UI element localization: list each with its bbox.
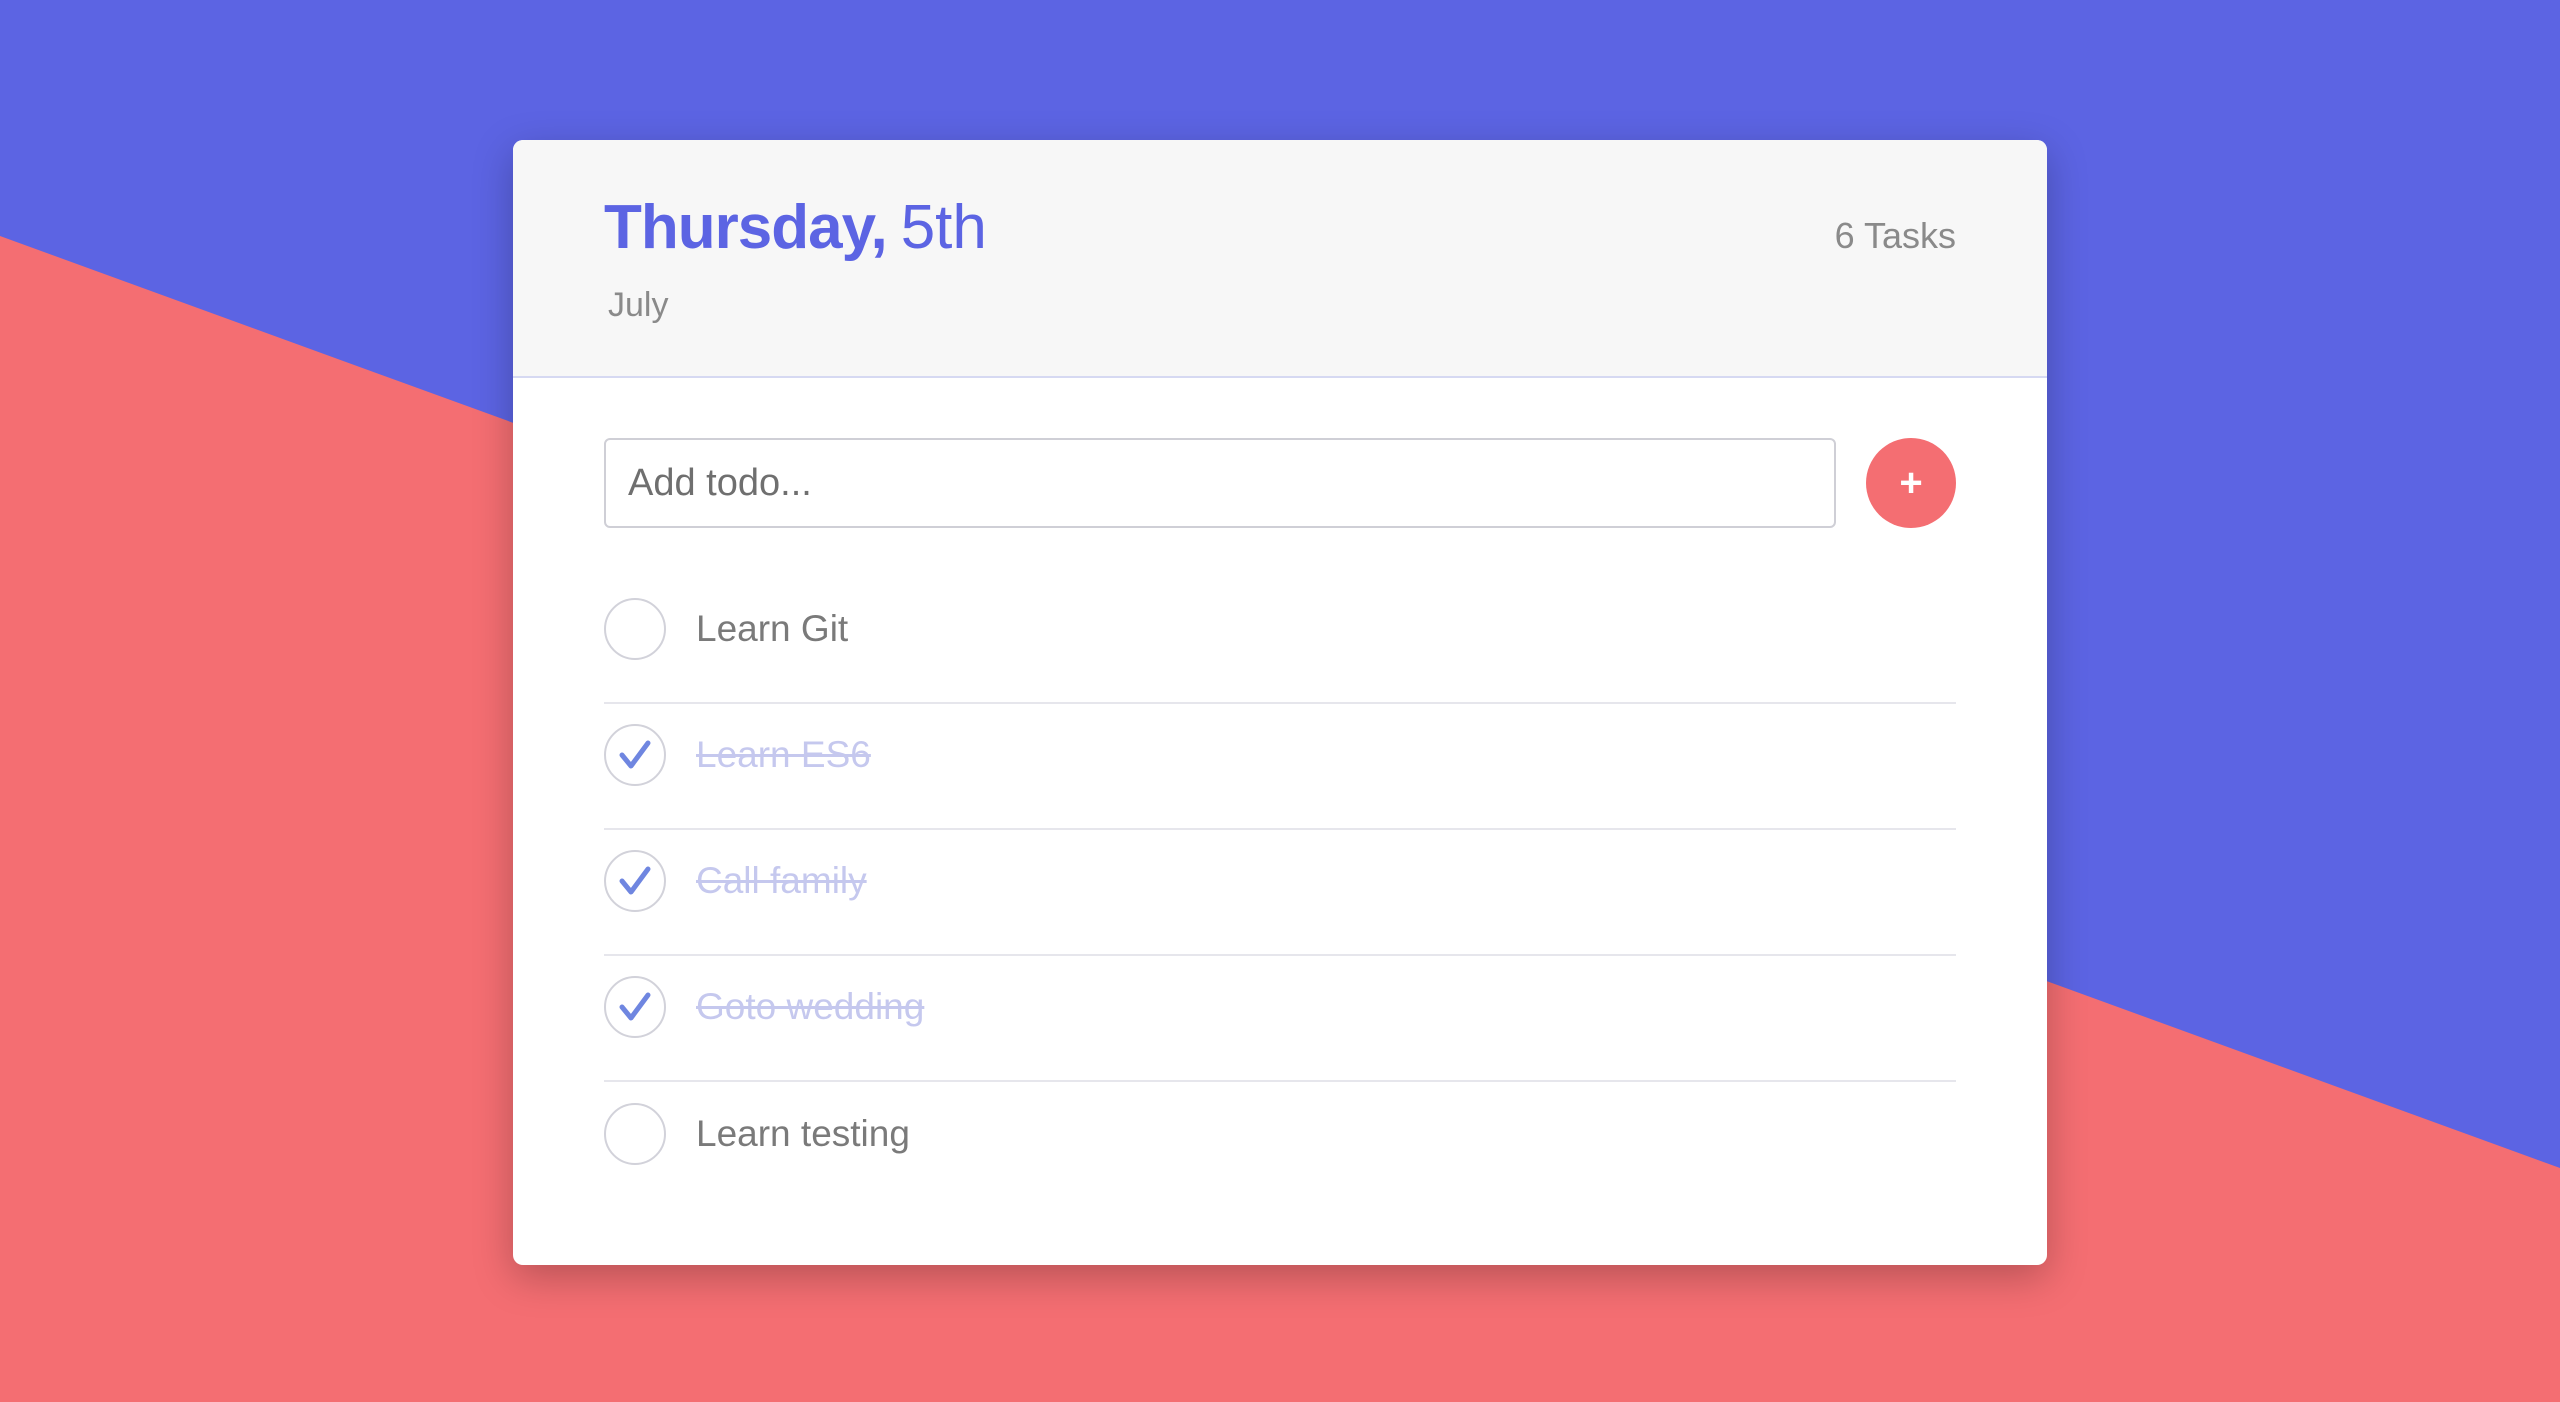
todo-label: Learn testing: [696, 1113, 910, 1154]
page-title: Thursday, 5th: [604, 192, 987, 263]
todo-label: Learn Git: [696, 608, 849, 649]
add-todo-button[interactable]: +: [1866, 438, 1956, 528]
checkmark-icon: [619, 740, 651, 769]
add-todo-input[interactable]: [604, 438, 1836, 528]
todo-label: Goto wedding: [696, 986, 925, 1027]
list-item: Learn testing: [604, 1060, 1956, 1208]
todo-checkbox[interactable]: [604, 850, 666, 912]
todo-list: Learn Git Learn ES6 Call family Goto wed…: [604, 556, 1956, 1208]
checkmark-icon: [619, 866, 651, 895]
todo-checkbox[interactable]: [604, 598, 666, 660]
todo-label: Call family: [696, 860, 867, 901]
todo-checkbox[interactable]: [604, 1103, 666, 1165]
card-body: + Learn Git Learn ES6: [513, 378, 2047, 1208]
todo-label: Learn ES6: [696, 734, 871, 775]
checkmark-icon: [619, 992, 651, 1021]
todo-checkbox[interactable]: [604, 724, 666, 786]
task-count: 6 Tasks: [1834, 215, 1956, 256]
month-label: July: [608, 286, 669, 324]
date-label: 5th: [900, 193, 987, 262]
add-todo-row: +: [604, 438, 1956, 528]
todo-card: Thursday,5th July 6 Tasks + Learn Git Le…: [513, 140, 2047, 1265]
day-label: Thursday,: [604, 193, 888, 262]
card-header: Thursday, 5th July 6 Tasks: [513, 140, 2047, 378]
todo-checkbox[interactable]: [604, 976, 666, 1038]
